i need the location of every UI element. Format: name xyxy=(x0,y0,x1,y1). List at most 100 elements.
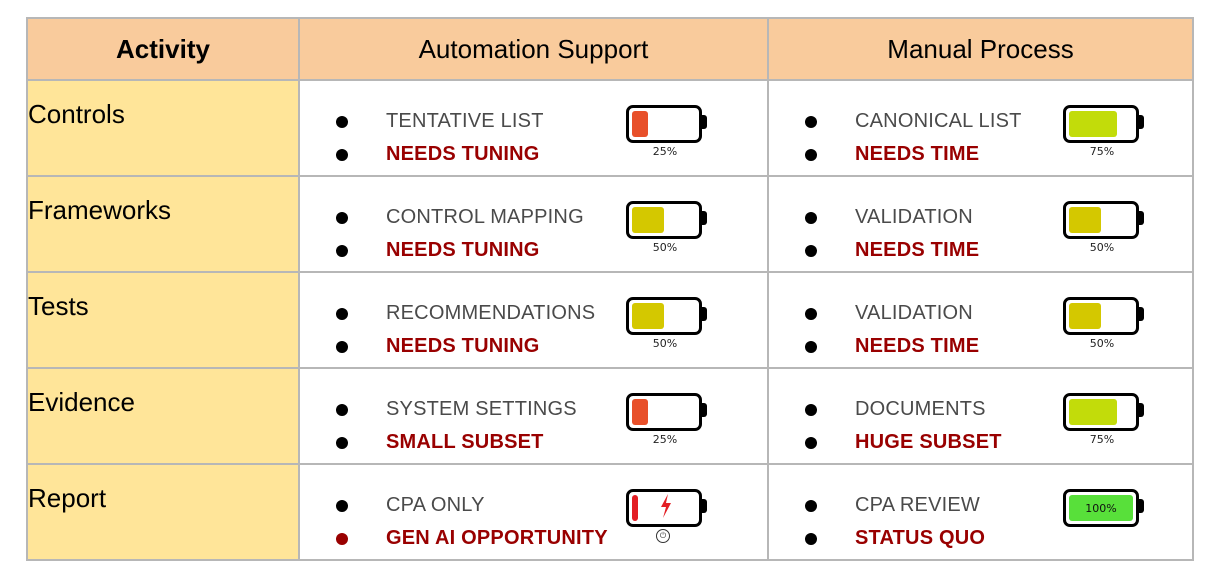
header-activity: Activity xyxy=(26,17,300,81)
battery-body xyxy=(626,201,702,239)
bullet-list: TENTATIVE LIST NEEDS TUNING xyxy=(336,105,544,171)
bullet-icon xyxy=(336,340,348,353)
activity-name: Frameworks xyxy=(26,175,300,273)
battery-level xyxy=(632,495,638,521)
automation-support-cell: TENTATIVE LIST NEEDS TUNING 25% xyxy=(298,79,769,177)
battery-charging-icon: ⏻ xyxy=(622,483,712,545)
battery-percent-label: 100% xyxy=(1085,501,1117,515)
activity-name: Report xyxy=(26,463,300,561)
list-item: CONTROL MAPPING xyxy=(336,201,584,234)
battery-percent-label: 50% xyxy=(652,337,678,350)
automation-support-cell: RECOMMENDATIONS NEEDS TUNING 50% xyxy=(298,271,769,369)
battery-body xyxy=(626,105,702,143)
item-description: CPA REVIEW xyxy=(855,494,980,516)
list-item: VALIDATION xyxy=(805,201,979,234)
battery-body xyxy=(626,393,702,431)
automation-support-cell: CPA ONLY GEN AI OPPORTUNITY ⏻ xyxy=(298,463,769,561)
manual-process-cell: VALIDATION NEEDS TIME 50% xyxy=(767,175,1194,273)
bullet-list: DOCUMENTS HUGE SUBSET xyxy=(805,393,1002,459)
table-row: Controls TENTATIVE LIST NEEDS TUNING 25% CAN… xyxy=(26,79,1194,177)
bullet-list: CONTROL MAPPING NEEDS TUNING xyxy=(336,201,584,267)
battery-body xyxy=(1063,105,1139,143)
bullet-icon xyxy=(336,115,348,128)
battery-terminal xyxy=(702,499,707,513)
bullet-list: VALIDATION NEEDS TIME xyxy=(805,201,979,267)
battery-percent-label: 50% xyxy=(1089,337,1115,350)
header-row: Activity Automation Support Manual Proce… xyxy=(26,17,1194,81)
item-description: SYSTEM SETTINGS xyxy=(386,398,577,420)
item-status: SMALL SUBSET xyxy=(386,431,544,453)
list-item: NEEDS TIME xyxy=(805,234,979,267)
bullet-icon xyxy=(805,403,817,416)
bullet-list: CANONICAL LIST NEEDS TIME xyxy=(805,105,1022,171)
bullet-icon xyxy=(805,115,817,128)
item-status: GEN AI OPPORTUNITY xyxy=(386,527,608,549)
bullet-icon xyxy=(336,499,348,512)
battery-terminal xyxy=(1139,403,1144,417)
battery-body xyxy=(626,297,702,335)
list-item: CPA REVIEW xyxy=(805,489,985,522)
battery-body: 100% xyxy=(1063,489,1139,527)
header-manual-process: Manual Process xyxy=(767,17,1194,81)
item-status: NEEDS TIME xyxy=(855,239,980,261)
list-item: TENTATIVE LIST xyxy=(336,105,544,138)
battery-terminal xyxy=(702,115,707,129)
item-description: RECOMMENDATIONS xyxy=(386,302,596,324)
list-item: NEEDS TIME xyxy=(805,330,979,363)
battery-percent-label: 75% xyxy=(1089,433,1115,446)
list-item: HUGE SUBSET xyxy=(805,426,1002,459)
item-description: CANONICAL LIST xyxy=(855,110,1022,132)
item-description: TENTATIVE LIST xyxy=(386,110,544,132)
list-item: SYSTEM SETTINGS xyxy=(336,393,577,426)
bullet-icon xyxy=(805,436,817,449)
battery-percent-label: 50% xyxy=(1089,241,1115,254)
battery-level xyxy=(1069,399,1117,425)
list-item: NEEDS TUNING xyxy=(336,234,584,267)
bullet-icon xyxy=(336,211,348,224)
list-item: SMALL SUBSET xyxy=(336,426,577,459)
battery-terminal xyxy=(1139,307,1144,321)
bullet-icon xyxy=(805,307,817,320)
list-item: RECOMMENDATIONS xyxy=(336,297,595,330)
bullet-list: SYSTEM SETTINGS SMALL SUBSET xyxy=(336,393,577,459)
table-row: Report CPA ONLY GEN AI OPPORTUNITY ⏻ CPA REV… xyxy=(26,463,1194,561)
battery-level xyxy=(632,303,664,329)
battery-percent-label: 25% xyxy=(652,433,678,446)
item-status: NEEDS TUNING xyxy=(386,335,540,357)
item-description: CPA ONLY xyxy=(386,494,485,516)
manual-process-cell: CPA REVIEW STATUS QUO 100% xyxy=(767,463,1194,561)
manual-process-cell: VALIDATION NEEDS TIME 50% xyxy=(767,271,1194,369)
battery-level xyxy=(1069,303,1101,329)
list-item: GEN AI OPPORTUNITY xyxy=(336,522,608,555)
bullet-icon xyxy=(336,148,348,161)
battery-terminal xyxy=(702,211,707,225)
battery-percent-label: 50% xyxy=(652,241,678,254)
list-item: VALIDATION xyxy=(805,297,979,330)
item-description: DOCUMENTS xyxy=(855,398,986,420)
activity-name: Controls xyxy=(26,79,300,177)
manual-process-cell: CANONICAL LIST NEEDS TIME 75% xyxy=(767,79,1194,177)
battery-terminal xyxy=(702,307,707,321)
battery-icon: 50% xyxy=(1059,195,1149,257)
activity-comparison-table: Activity Automation Support Manual Proce… xyxy=(26,17,1194,561)
table-row: Evidence SYSTEM SETTINGS SMALL SUBSET 25% DO… xyxy=(26,367,1194,465)
bullet-icon xyxy=(336,244,348,257)
list-item: DOCUMENTS xyxy=(805,393,1002,426)
battery-icon: 75% xyxy=(1059,387,1149,449)
manual-process-cell: DOCUMENTS HUGE SUBSET 75% xyxy=(767,367,1194,465)
battery-icon: 50% xyxy=(1059,291,1149,353)
battery-level xyxy=(632,207,664,233)
battery-icon: 50% xyxy=(622,195,712,257)
item-status: NEEDS TIME xyxy=(855,335,980,357)
activity-name: Tests xyxy=(26,271,300,369)
list-item: CPA ONLY xyxy=(336,489,608,522)
item-status: STATUS QUO xyxy=(855,527,986,549)
battery-level xyxy=(1069,207,1101,233)
battery-percent-label: 75% xyxy=(1089,145,1115,158)
list-item: NEEDS TUNING xyxy=(336,330,595,363)
plug-icon: ⏻ xyxy=(656,529,670,543)
battery-terminal xyxy=(1139,499,1144,513)
item-status: HUGE SUBSET xyxy=(855,431,1002,453)
battery-percent-label: 25% xyxy=(652,145,678,158)
bullet-list: CPA ONLY GEN AI OPPORTUNITY xyxy=(336,489,608,555)
